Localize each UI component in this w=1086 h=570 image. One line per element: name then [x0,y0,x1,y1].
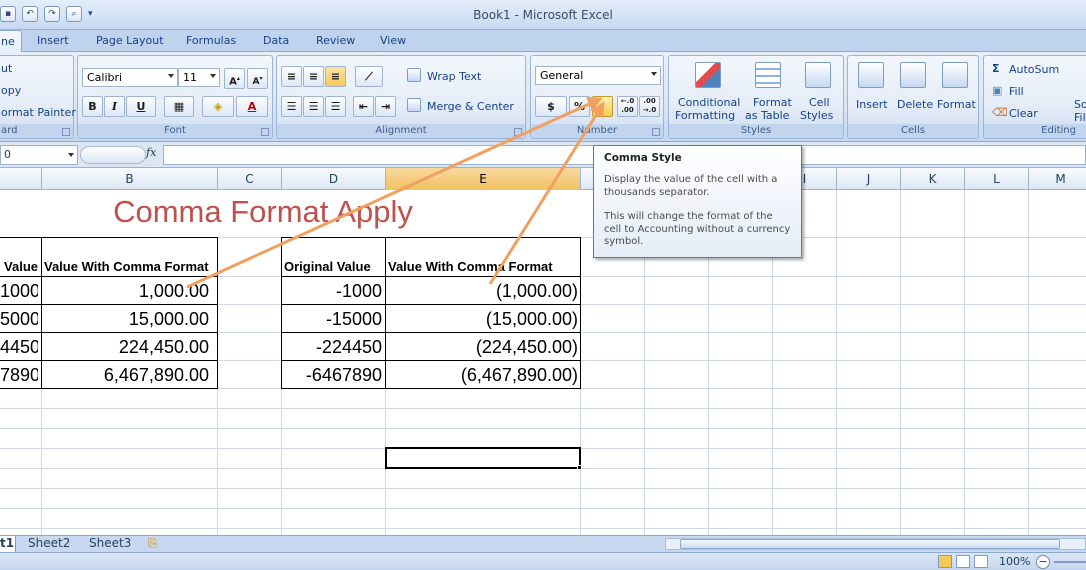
sheet-tab-3[interactable]: Sheet3 [89,536,131,552]
status-bar: 100% − [0,552,1086,570]
tooltip-title: Comma Style [604,152,682,164]
sheet-tab-1[interactable]: t1 [0,536,16,552]
annotation-arrows [186,97,605,289]
horizontal-scroll-thumb[interactable] [680,539,1060,549]
comma-style-tooltip: Comma Style Display the value of the cel… [593,145,802,258]
page-break-view-icon[interactable] [974,555,988,568]
zoom-level[interactable]: 100% [999,555,1030,568]
zoom-slider[interactable] [1054,561,1086,563]
sheet-tabs-bar: t1 Sheet2 Sheet3 ⎘ [0,535,1086,552]
arrow-from-b [186,97,603,289]
arrow-from-e [488,101,605,285]
tooltip-line-2: This will change the format of the cell … [604,211,791,247]
normal-view-icon[interactable] [938,555,952,568]
page-layout-view-icon[interactable] [956,555,970,568]
zoom-out-icon[interactable]: − [1036,555,1050,569]
tooltip-line-1: Display the value of the cell with a tho… [604,174,778,198]
sheet-tab-2[interactable]: Sheet2 [28,536,70,552]
insert-sheet-icon[interactable]: ⎘ [148,536,158,552]
